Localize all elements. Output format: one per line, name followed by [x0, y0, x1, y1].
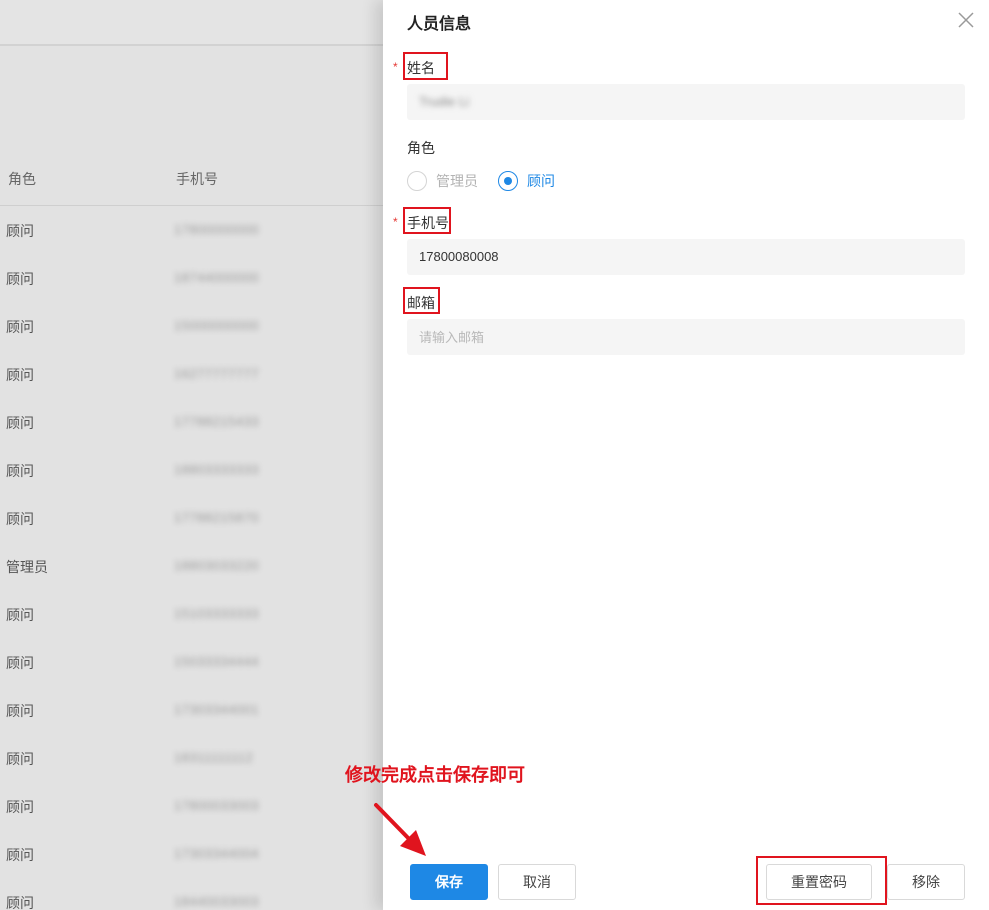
background-list-page: 角色 手机号 顾问 17800000000 顾问 18744000000 顾问 15000… [0, 0, 383, 910]
radio-checked-icon [498, 171, 518, 191]
drawer-title: 人员信息 [407, 16, 472, 33]
role-option-admin[interactable]: 管理员 [407, 171, 478, 191]
cell-role: 顾问 [6, 511, 34, 527]
cancel-button[interactable]: 取消 [498, 864, 576, 900]
role-radio-group: 管理员 顾问 [407, 170, 575, 192]
radio-circle-icon [407, 171, 427, 191]
cell-phone: 17800033003 [174, 798, 260, 813]
table-row: 顾问 17800000000 [0, 206, 383, 254]
email-field[interactable] [407, 319, 965, 355]
table-row: 管理员 18803033220 [0, 542, 383, 590]
table-row: 顾问 18440033003 [0, 878, 383, 910]
email-input[interactable] [419, 319, 953, 355]
cell-phone: 18744000000 [174, 270, 260, 285]
role-option-label: 管理员 [436, 173, 478, 189]
cell-role: 顾问 [6, 271, 34, 287]
table-row: 顾问 18803333333 [0, 446, 383, 494]
cell-role: 顾问 [6, 847, 34, 863]
column-header-role: 角色 [8, 171, 36, 187]
cell-phone: 17800000000 [174, 222, 260, 237]
arrow-icon [370, 800, 430, 861]
table-row: 顾问 15000000000 [0, 302, 383, 350]
save-button[interactable]: 保存 [410, 864, 488, 900]
cell-phone: 18803033220 [174, 558, 260, 573]
cell-phone: 15000000000 [174, 318, 260, 333]
phone-value: 17800080008 [419, 249, 499, 264]
cell-role: 顾问 [6, 751, 34, 767]
cell-phone: 18440033003 [174, 894, 260, 909]
table-row: 顾问 16277777777 [0, 350, 383, 398]
table-header: 角色 手机号 [0, 150, 383, 206]
cell-role: 顾问 [6, 655, 34, 671]
phone-field[interactable]: 17800080008 [407, 239, 965, 275]
remove-button[interactable]: 移除 [887, 864, 965, 900]
cell-role: 顾问 [6, 895, 34, 910]
name-field[interactable]: Trudie Li [407, 84, 965, 120]
table-row: 顾问 17788215870 [0, 494, 383, 542]
cell-phone: 16277777777 [174, 366, 260, 381]
table-row: 顾问 17303344004 [0, 830, 383, 878]
name-value: Trudie Li [419, 94, 470, 109]
phone-required-mark: * [393, 215, 398, 229]
cell-role: 顾问 [6, 607, 34, 623]
role-option-label: 顾问 [527, 173, 555, 189]
background-top-bar [0, 0, 383, 46]
cell-role: 顾问 [6, 367, 34, 383]
cell-role: 顾问 [6, 415, 34, 431]
highlight-box-phone [403, 207, 451, 234]
highlight-box-name [403, 52, 448, 80]
cell-phone: 15103333333 [174, 606, 260, 621]
table-row: 顾问 17800033003 [0, 782, 383, 830]
annotation-text: 修改完成点击保存即可 [345, 765, 525, 785]
cell-phone: 18803333333 [174, 462, 260, 477]
table-row: 顾问 15033334444 [0, 638, 383, 686]
table-row: 顾问 18311111112 [0, 734, 383, 782]
highlight-box-email [403, 287, 440, 314]
cell-role: 管理员 [6, 559, 48, 575]
table-row: 顾问 15103333333 [0, 590, 383, 638]
cell-phone: 18311111112 [174, 750, 254, 765]
cell-phone: 17303344004 [174, 846, 260, 861]
name-required-mark: * [393, 60, 398, 74]
cell-role: 顾问 [6, 703, 34, 719]
role-label: 角色 [407, 140, 435, 156]
table-body: 顾问 17800000000 顾问 18744000000 顾问 15000000000 顾… [0, 206, 383, 910]
cell-role: 顾问 [6, 223, 34, 239]
cell-role: 顾问 [6, 799, 34, 815]
table-row: 顾问 18744000000 [0, 254, 383, 302]
role-option-consultant[interactable]: 顾问 [498, 171, 555, 191]
cell-phone: 15033334444 [174, 654, 260, 669]
cell-phone: 17788215870 [174, 510, 260, 525]
cell-role: 顾问 [6, 319, 34, 335]
column-header-phone: 手机号 [176, 171, 218, 187]
table-row: 顾问 17303344001 [0, 686, 383, 734]
cell-phone: 17788215433 [174, 414, 260, 429]
cell-phone: 17303344001 [174, 702, 260, 717]
table-row: 顾问 17788215433 [0, 398, 383, 446]
highlight-box-reset-password [756, 856, 887, 905]
close-icon[interactable] [957, 11, 975, 29]
cell-role: 顾问 [6, 463, 34, 479]
